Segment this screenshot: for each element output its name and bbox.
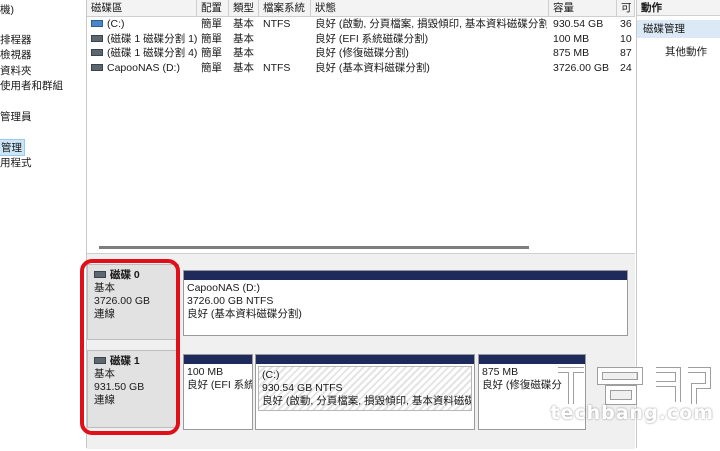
partition-title: CapooNAS (D:) <box>187 282 260 294</box>
column-header-free[interactable]: 可 <box>617 0 635 16</box>
volume-status: 良好 (基本資料磁碟分割) <box>315 62 430 74</box>
drive-icon <box>91 34 103 42</box>
drive-icon <box>91 48 103 56</box>
highlight-box <box>80 259 180 435</box>
partition-bar <box>184 355 252 364</box>
volume-row[interactable]: (磁碟 1 磁碟分割 4) 簡單 基本 良好 (修復磁碟分割) 875 MB 8… <box>87 46 635 61</box>
tree-item-event-viewer[interactable]: 檢視器 <box>0 47 32 62</box>
partition-c[interactable]: (C:) 930.54 GB NTFS 良好 (啟動, 分頁檔案, 損毀傾印, … <box>255 354 475 430</box>
partition-capoonas[interactable]: CapooNAS (D:) 3726.00 GB NTFS 良好 (基本資料磁碟… <box>183 270 628 336</box>
volume-layout: 簡單 <box>201 62 222 74</box>
partition-bar <box>256 355 474 364</box>
watermark-text: techbang.com <box>550 402 714 424</box>
navigation-tree: 機) 排程器 檢視器 資料夾 使用者和群組 管理員 管理 用程式 <box>0 0 87 448</box>
partition-size: 100 MB <box>187 366 224 378</box>
volume-name: CapooNAS (D:) <box>107 62 180 74</box>
volume-status: 良好 (修復磁碟分割) <box>315 47 409 59</box>
volume-row[interactable]: CapooNAS (D:) 簡單 基本 NTFS 良好 (基本資料磁碟分割) 3… <box>87 61 635 76</box>
partition-status: 良好 (啟動, 分頁檔案, 損毀傾印, 基本資料磁碟分 <box>262 395 472 407</box>
volume-capacity: 3726.00 GB <box>553 62 610 74</box>
tree-item-services-apps[interactable]: 用程式 <box>0 155 32 170</box>
volume-capacity: 930.54 GB <box>553 18 604 30</box>
column-header-volume[interactable]: 磁碟區 <box>87 0 197 16</box>
tree-item-disk-management[interactable]: 管理 <box>0 139 25 156</box>
volume-fs: NTFS <box>263 62 291 74</box>
column-header-capacity[interactable]: 容量 <box>549 0 617 16</box>
column-header-type[interactable]: 類型 <box>229 0 259 16</box>
volume-row[interactable]: (磁碟 1 磁碟分割 1) 簡單 基本 良好 (EFI 系統磁碟分割) 100 … <box>87 32 635 47</box>
tree-item-computer[interactable]: 機) <box>0 2 14 17</box>
partition-title: (C:) <box>262 369 280 381</box>
column-header-status[interactable]: 狀態 <box>311 0 549 16</box>
tree-item-shared-folders[interactable]: 資料夾 <box>0 63 32 78</box>
volume-capacity: 100 MB <box>553 33 590 45</box>
more-actions-link[interactable]: 其他動作 <box>665 44 707 59</box>
actions-title: 動作 <box>637 0 720 16</box>
volume-capacity: 875 MB <box>553 47 590 59</box>
volume-layout: 簡單 <box>201 33 222 45</box>
drive-icon <box>91 63 103 71</box>
volume-name: (C:) <box>107 18 125 30</box>
column-header-filesystem[interactable]: 檔案系統 <box>259 0 311 16</box>
tree-item-device-manager[interactable]: 管理員 <box>0 109 32 124</box>
volume-fs: NTFS <box>263 18 291 30</box>
volume-free: 87 <box>620 47 632 59</box>
volume-layout: 簡單 <box>201 47 222 59</box>
volume-type: 基本 <box>233 18 254 30</box>
partition-size: 3726.00 GB NTFS <box>187 295 274 307</box>
tree-item-users-groups[interactable]: 使用者和群組 <box>0 78 63 93</box>
volume-free: 10 <box>620 33 632 45</box>
volume-layout: 簡單 <box>201 18 222 30</box>
volume-free: 36 <box>620 18 632 30</box>
volume-free: 24 <box>620 62 632 74</box>
partition-bar <box>184 271 627 280</box>
volume-list-header: 磁碟區 配置 類型 檔案系統 狀態 容量 可 <box>87 0 635 17</box>
partition-efi[interactable]: 100 MB 良好 (EFI 系統 <box>183 354 253 430</box>
partition-status: 良好 (EFI 系統 <box>187 379 252 391</box>
column-header-layout[interactable]: 配置 <box>197 0 229 16</box>
volume-status: 良好 (啟動, 分頁檔案, 損毀傾印, 基本資料磁碟分割) <box>315 18 547 30</box>
volume-name: (磁碟 1 磁碟分割 1) <box>107 33 197 45</box>
watermark: techbang.com <box>538 362 720 448</box>
drive-icon <box>91 19 103 27</box>
partition-status: 良好 (基本資料磁碟分割) <box>187 308 302 320</box>
volume-name: (磁碟 1 磁碟分割 4) <box>107 47 197 59</box>
volume-status: 良好 (EFI 系統磁碟分割) <box>315 33 429 45</box>
volume-type: 基本 <box>233 62 254 74</box>
partition-size: 930.54 GB NTFS <box>262 382 343 394</box>
volume-row[interactable]: (C:) 簡單 基本 NTFS 良好 (啟動, 分頁檔案, 損毀傾印, 基本資料… <box>87 17 635 32</box>
tree-item-task-scheduler[interactable]: 排程器 <box>0 32 32 47</box>
volume-type: 基本 <box>233 47 254 59</box>
actions-section-disk-management[interactable]: 磁碟管理 <box>637 20 720 38</box>
horizontal-scrollbar[interactable] <box>99 246 529 249</box>
volume-type: 基本 <box>233 33 254 45</box>
